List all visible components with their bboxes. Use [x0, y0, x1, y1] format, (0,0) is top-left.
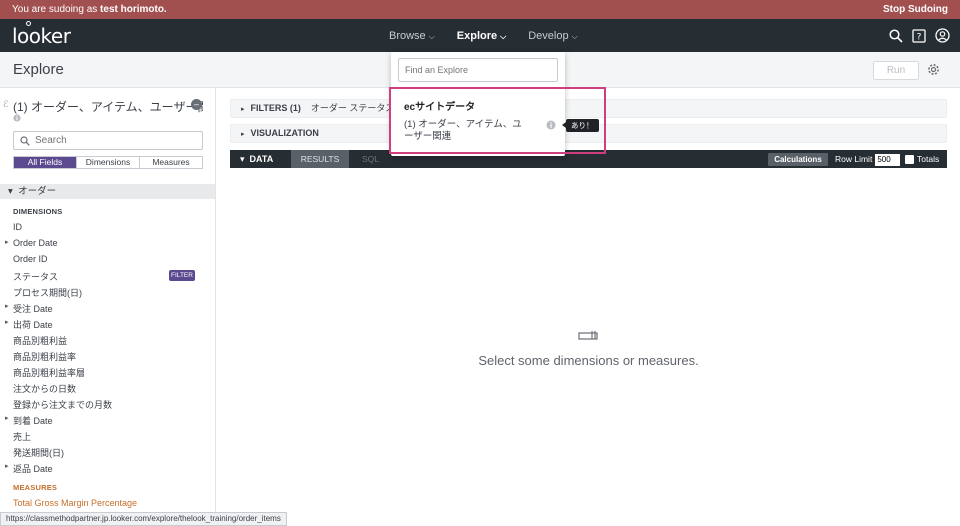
chevron-right-icon: ▸ — [241, 106, 245, 113]
field-item[interactable]: 登録から注文までの月数 — [13, 398, 112, 411]
nav-browse[interactable]: Browse ⌵ — [389, 30, 435, 42]
field-item[interactable]: ▸ Order Date — [5, 238, 58, 248]
totals-toggle[interactable]: Totals — [905, 150, 939, 168]
field-item[interactable]: 商品別粗利益 — [13, 334, 67, 347]
field-search-input[interactable] — [35, 135, 195, 146]
search-icon[interactable] — [889, 28, 903, 43]
chevron-down-icon: ▾ — [240, 154, 245, 164]
measures-header: MEASURES — [13, 483, 58, 492]
field-item[interactable]: ▸ 返品 Date — [5, 462, 53, 475]
tab-dimensions[interactable]: Dimensions — [76, 157, 139, 168]
chevron-right-icon: ▸ — [5, 463, 9, 470]
field-item[interactable]: 商品別粗利益率層 — [13, 366, 85, 379]
dimensions-header: DIMENSIONS — [13, 207, 63, 216]
field-item[interactable]: 注文からの日数 — [13, 382, 76, 395]
field-item[interactable]: プロセス期間(日) — [13, 286, 82, 299]
tab-results[interactable]: RESULTS — [291, 150, 349, 168]
chevron-down-icon: ⌵ — [500, 31, 507, 41]
field-item[interactable]: Order ID — [13, 254, 48, 264]
view-group-header[interactable]: ▾ オーダー — [0, 184, 215, 199]
info-icon[interactable] — [13, 114, 21, 122]
field-item[interactable]: ステータス — [13, 270, 58, 283]
field-filter-tabs: All Fields Dimensions Measures — [13, 156, 203, 169]
ruler-icon — [578, 331, 598, 340]
row-limit-input[interactable] — [875, 153, 901, 166]
tab-sql[interactable]: SQL — [362, 150, 379, 168]
info-tooltip: あり！ — [562, 119, 599, 132]
field-item[interactable]: 商品別粗利益率 — [13, 350, 76, 363]
field-item[interactable]: 発送期間(日) — [13, 446, 64, 459]
page-title: Explore — [13, 61, 64, 78]
main-menu: Browse ⌵ Explore ⌵ Develop ⌵ — [389, 19, 578, 52]
svg-text:?: ? — [917, 32, 922, 42]
chevron-right-icon: ▸ — [5, 239, 9, 246]
explore-group-label: ecサイトデータ — [404, 102, 476, 113]
filter-tag[interactable]: FILTER — [169, 270, 195, 281]
gear-icon[interactable] — [927, 63, 940, 76]
chevron-right-icon: ▸ — [241, 131, 245, 138]
field-search-box — [13, 131, 203, 150]
top-navigation: looker Browse ⌵ Explore ⌵ Develop ⌵ ? — [0, 19, 960, 52]
tab-all-fields[interactable]: All Fields — [14, 157, 76, 168]
collapse-icon[interactable]: – — [191, 99, 202, 110]
measure-item[interactable]: Total Gross Margin Percentage — [13, 498, 137, 508]
row-limit: Row Limit — [835, 150, 901, 168]
totals-checkbox[interactable] — [905, 154, 914, 164]
chevron-down-icon: ⌵ — [428, 31, 435, 41]
nav-explore[interactable]: Explore ⌵ — [457, 30, 506, 42]
sudo-user: test horimoto. — [100, 4, 167, 15]
chevron-right-icon: ▸ — [5, 303, 9, 310]
field-item[interactable]: ▸ 出荷 Date — [5, 318, 53, 331]
find-explore-input[interactable] — [398, 58, 558, 82]
user-avatar-icon[interactable] — [935, 28, 950, 43]
field-picker-toggle-icon[interactable]: ℰ — [3, 99, 8, 110]
info-icon[interactable] — [546, 120, 556, 130]
nav-develop[interactable]: Develop ⌵ — [528, 30, 577, 42]
calculations-button[interactable]: Calculations — [768, 153, 828, 166]
explore-name: (1) オーダー、アイテム、ユーザー関連 — [13, 100, 203, 114]
run-button[interactable]: Run — [873, 61, 919, 80]
looker-logo[interactable]: looker — [12, 21, 71, 48]
field-item[interactable]: 売上 — [13, 430, 31, 443]
tab-measures[interactable]: Measures — [139, 157, 202, 168]
field-picker-sidebar: ℰ (1) オーダー、アイテム、ユーザー関連 – All Fields Dime… — [0, 88, 216, 526]
help-icon[interactable]: ? — [912, 28, 926, 43]
field-item[interactable]: ▸ 到着 Date — [5, 414, 53, 427]
field-item[interactable]: ▸ 受注 Date — [5, 302, 53, 315]
visualization-label: VISUALIZATION — [250, 128, 319, 138]
sudo-banner: You are sudoing as test horimoto. Stop S… — [0, 0, 960, 19]
search-icon — [20, 135, 30, 146]
sudo-message: You are sudoing as test horimoto. — [12, 4, 167, 15]
chevron-right-icon: ▸ — [5, 415, 9, 422]
field-item[interactable]: ID — [13, 222, 22, 232]
chevron-down-icon: ⌵ — [571, 31, 578, 41]
chevron-right-icon: ▸ — [5, 319, 9, 326]
filters-label: FILTERS (1) — [250, 103, 301, 113]
stop-sudoing-link[interactable]: Stop Sudoing — [883, 4, 948, 15]
nav-icons: ? — [889, 19, 950, 52]
browser-status-url: https://classmethodpartner.jp.looker.com… — [0, 512, 287, 526]
explore-item[interactable]: (1) オーダー、アイテム、ユーザー関連 — [404, 119, 524, 143]
empty-state-message: Select some dimensions or measures. — [478, 353, 699, 368]
filters-summary: オーダー ステータス i — [310, 103, 399, 113]
chevron-down-icon: ▾ — [8, 186, 13, 197]
data-toggle[interactable]: ▾ DATA — [240, 150, 273, 168]
